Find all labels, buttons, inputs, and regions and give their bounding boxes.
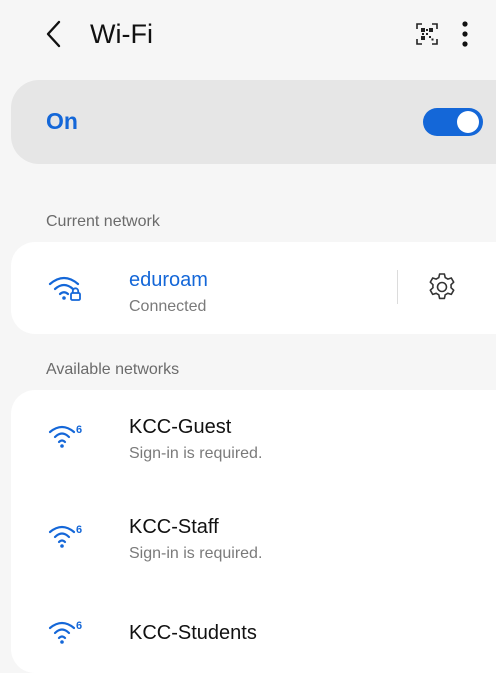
current-network-status: Connected	[129, 298, 207, 315]
current-network-card: eduroam Connected	[11, 242, 496, 334]
svg-text:6: 6	[76, 620, 82, 632]
network-row-kcc-students[interactable]: 6 KCC-Students	[11, 590, 496, 673]
qr-code-scanner-icon	[416, 23, 438, 45]
gear-icon	[429, 273, 455, 300]
wifi-master-switch-row[interactable]: On	[11, 80, 496, 164]
network-settings-button[interactable]	[424, 269, 460, 305]
back-button[interactable]	[38, 14, 70, 54]
svg-text:6: 6	[76, 424, 82, 436]
wifi-toggle-switch[interactable]	[423, 108, 483, 136]
row-divider	[397, 270, 398, 304]
network-row-kcc-guest[interactable]: 6 KCC-Guest Sign-in is required.	[11, 390, 496, 490]
qr-code-button[interactable]	[411, 18, 443, 50]
chevron-left-icon	[46, 20, 61, 48]
more-options-button[interactable]	[452, 16, 478, 52]
network-status: Sign-in is required.	[129, 545, 263, 562]
top-app-bar: Wi-Fi	[0, 0, 496, 68]
available-networks-header: Available networks	[46, 361, 180, 378]
wifi-6-icon: 6	[48, 620, 82, 644]
svg-text:6: 6	[76, 524, 82, 536]
page-title: Wi-Fi	[90, 19, 153, 49]
network-status: Sign-in is required.	[129, 445, 263, 462]
network-row-kcc-staff[interactable]: 6 KCC-Staff Sign-in is required.	[11, 490, 496, 590]
wifi-6-icon: 6	[48, 424, 82, 448]
wifi-lock-icon	[48, 276, 81, 301]
current-network-name: eduroam	[129, 269, 208, 291]
wifi-6-icon: 6	[48, 524, 82, 548]
wifi-state-label: On	[46, 108, 78, 134]
network-name: KCC-Staff	[129, 516, 219, 538]
network-name: KCC-Students	[129, 622, 257, 644]
current-network-header: Current network	[46, 213, 160, 230]
more-vertical-icon	[462, 21, 468, 47]
available-networks-card: 6 KCC-Guest Sign-in is required. 6 KCC-S…	[11, 390, 496, 673]
network-name: KCC-Guest	[129, 416, 232, 438]
